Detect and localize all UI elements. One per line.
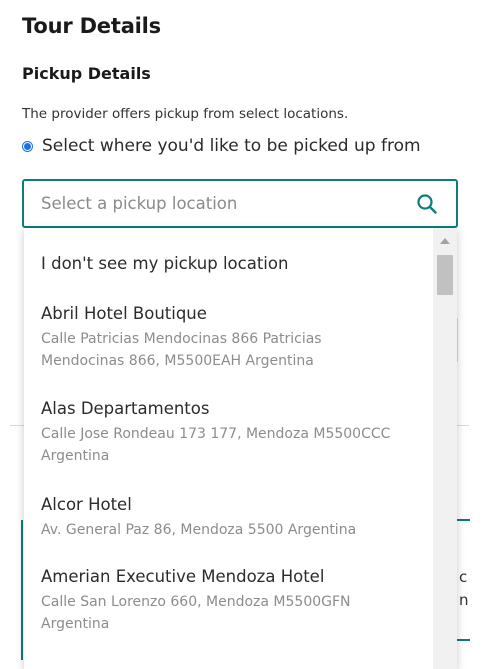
option-name: I don't see my pickup location: [41, 254, 289, 273]
scroll-up-arrow-icon[interactable]: [440, 238, 450, 244]
option-name: Alas Departamentos: [41, 399, 210, 418]
background-teal-rule: [457, 639, 470, 641]
list-item[interactable]: I don't see my pickup location: [41, 252, 431, 276]
background-text-fragment: n: [459, 591, 469, 609]
background-divider: [10, 425, 24, 426]
background-teal-edge: [21, 520, 23, 660]
search-icon[interactable]: [416, 193, 438, 215]
option-address: Calle Jose Rondeau 173 177, Mendoza M550…: [41, 426, 391, 464]
pickup-search-input[interactable]: [24, 181, 404, 226]
background-teal-rule: [457, 519, 470, 521]
dropdown-scrollbar[interactable]: [433, 228, 457, 669]
option-address: Calle Patricias Mendocinas 866 Patricias…: [41, 331, 322, 369]
list-item[interactable]: Alcor Hotel Av. General Paz 86, Mendoza …: [41, 493, 431, 541]
pickup-details-heading: Pickup Details: [22, 64, 151, 83]
provider-note: The provider offers pickup from select l…: [22, 106, 349, 122]
radio-selected-icon[interactable]: [22, 140, 33, 152]
scrollbar-thumb[interactable]: [437, 255, 453, 295]
radio-label: Select where you'd like to be picked up …: [42, 136, 421, 156]
background-divider: [457, 425, 469, 426]
option-name: Abril Hotel Boutique: [41, 304, 207, 323]
option-address: Calle San Lorenzo 660, Mendoza M5500GFN …: [41, 594, 351, 632]
page-title: Tour Details: [22, 14, 161, 38]
pickup-location-search[interactable]: [22, 179, 458, 228]
option-address: Av. General Paz 86, Mendoza 5500 Argenti…: [41, 522, 357, 538]
option-name: Alcor Hotel: [41, 495, 132, 514]
option-name: Amerian Executive Mendoza Hotel: [41, 567, 325, 586]
background-divider: [457, 318, 458, 362]
list-item[interactable]: Abril Hotel Boutique Calle Patricias Men…: [41, 302, 431, 372]
pickup-radio-option[interactable]: Select where you'd like to be picked up …: [22, 136, 421, 156]
tour-details-page: Tour Details Pickup Details The provider…: [0, 0, 486, 669]
list-item[interactable]: Alas Departamentos Calle Jose Rondeau 17…: [41, 397, 431, 467]
list-item[interactable]: Amerian Executive Mendoza Hotel Calle Sa…: [41, 565, 431, 635]
pickup-location-dropdown[interactable]: I don't see my pickup location Abril Hot…: [24, 228, 457, 669]
background-text-fragment: c: [459, 568, 468, 586]
